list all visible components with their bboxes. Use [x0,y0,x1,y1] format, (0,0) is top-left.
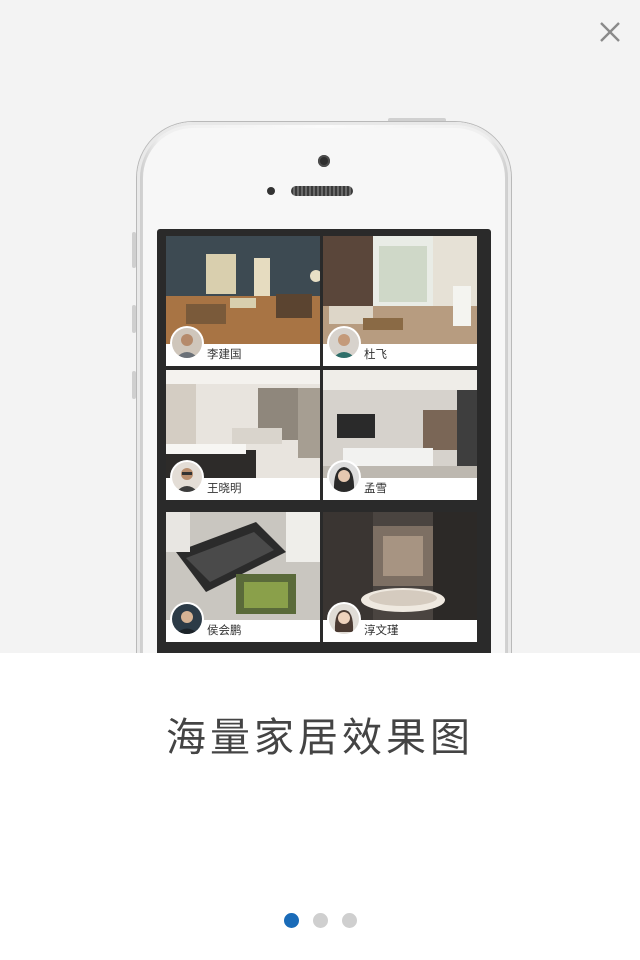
designer-name: 李建国 [207,347,242,361]
designer-name: 王晓明 [207,481,242,495]
page-indicator [0,913,640,932]
avatar [329,328,359,358]
feature-headline: 海量家居效果图 [166,715,474,761]
phone-speaker [291,186,353,196]
avatar [329,462,359,492]
phone-sensor [267,187,275,195]
page-dot-3[interactable] [341,913,357,928]
page-dot-2[interactable] [312,913,328,928]
design-card[interactable]: 杜飞 [323,236,477,366]
avatar [329,604,359,634]
design-card[interactable]: 李建国 [166,236,320,366]
close-icon [600,22,620,42]
design-card[interactable]: 王晓明 [166,370,320,500]
avatar [172,604,202,634]
design-card[interactable]: 孟雪 [323,370,477,500]
feature-panel: 海量家居效果图 [0,653,640,960]
designer-name: 侯会鹏 [207,623,242,637]
phone-mute-switch [132,232,136,268]
phone-volume-down [132,371,136,399]
design-card[interactable]: 淳文瑾 [323,512,477,642]
avatar [172,462,202,492]
phone-volume-up [132,305,136,333]
phone-camera [318,155,330,167]
close-button[interactable] [596,18,624,46]
page-dot-1[interactable] [283,913,299,928]
designer-name: 淳文瑾 [364,623,399,637]
designer-name: 孟雪 [364,481,387,495]
avatar [172,328,202,358]
design-card[interactable]: 侯会鹏 [166,512,320,642]
designer-name: 杜飞 [364,347,387,361]
